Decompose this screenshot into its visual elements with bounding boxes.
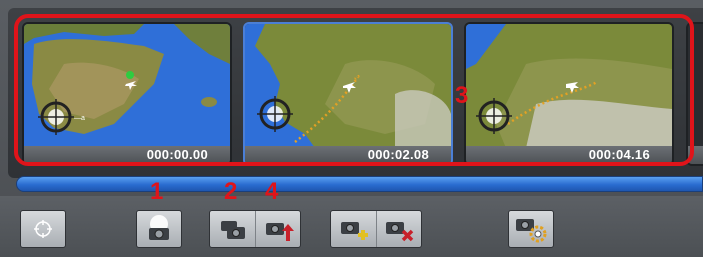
callout-4: 4 <box>265 178 279 205</box>
multi-camera-icon <box>221 221 245 239</box>
camera-delete-icon <box>385 222 413 242</box>
camera-add-icon <box>341 222 368 240</box>
camera-flash-icon <box>149 215 169 240</box>
callout-1: 1 <box>150 178 164 205</box>
export-camera-button[interactable] <box>255 211 299 247</box>
camera-export-icon <box>265 223 294 241</box>
camera-settings-icon <box>516 219 547 243</box>
timeline-progress-bar[interactable] <box>16 176 703 192</box>
camera-group-1 <box>209 210 301 248</box>
delete-camera-button[interactable] <box>376 211 420 247</box>
callout-2: 2 <box>224 178 238 205</box>
camera-settings-button[interactable] <box>508 210 554 248</box>
multi-capture-button[interactable] <box>211 211 255 247</box>
annotation-highlight-outline <box>14 14 694 166</box>
capture-keyframe-button[interactable] <box>136 210 182 248</box>
keyframe-editor: —a 000:00.00 000:02.08 000:04.16 1 2 4 3 <box>0 0 703 257</box>
crosshair-icon <box>34 220 52 238</box>
callout-3: 3 <box>455 82 469 109</box>
add-camera-button[interactable] <box>332 211 376 247</box>
camera-group-2 <box>330 210 422 248</box>
center-view-button[interactable] <box>20 210 66 248</box>
